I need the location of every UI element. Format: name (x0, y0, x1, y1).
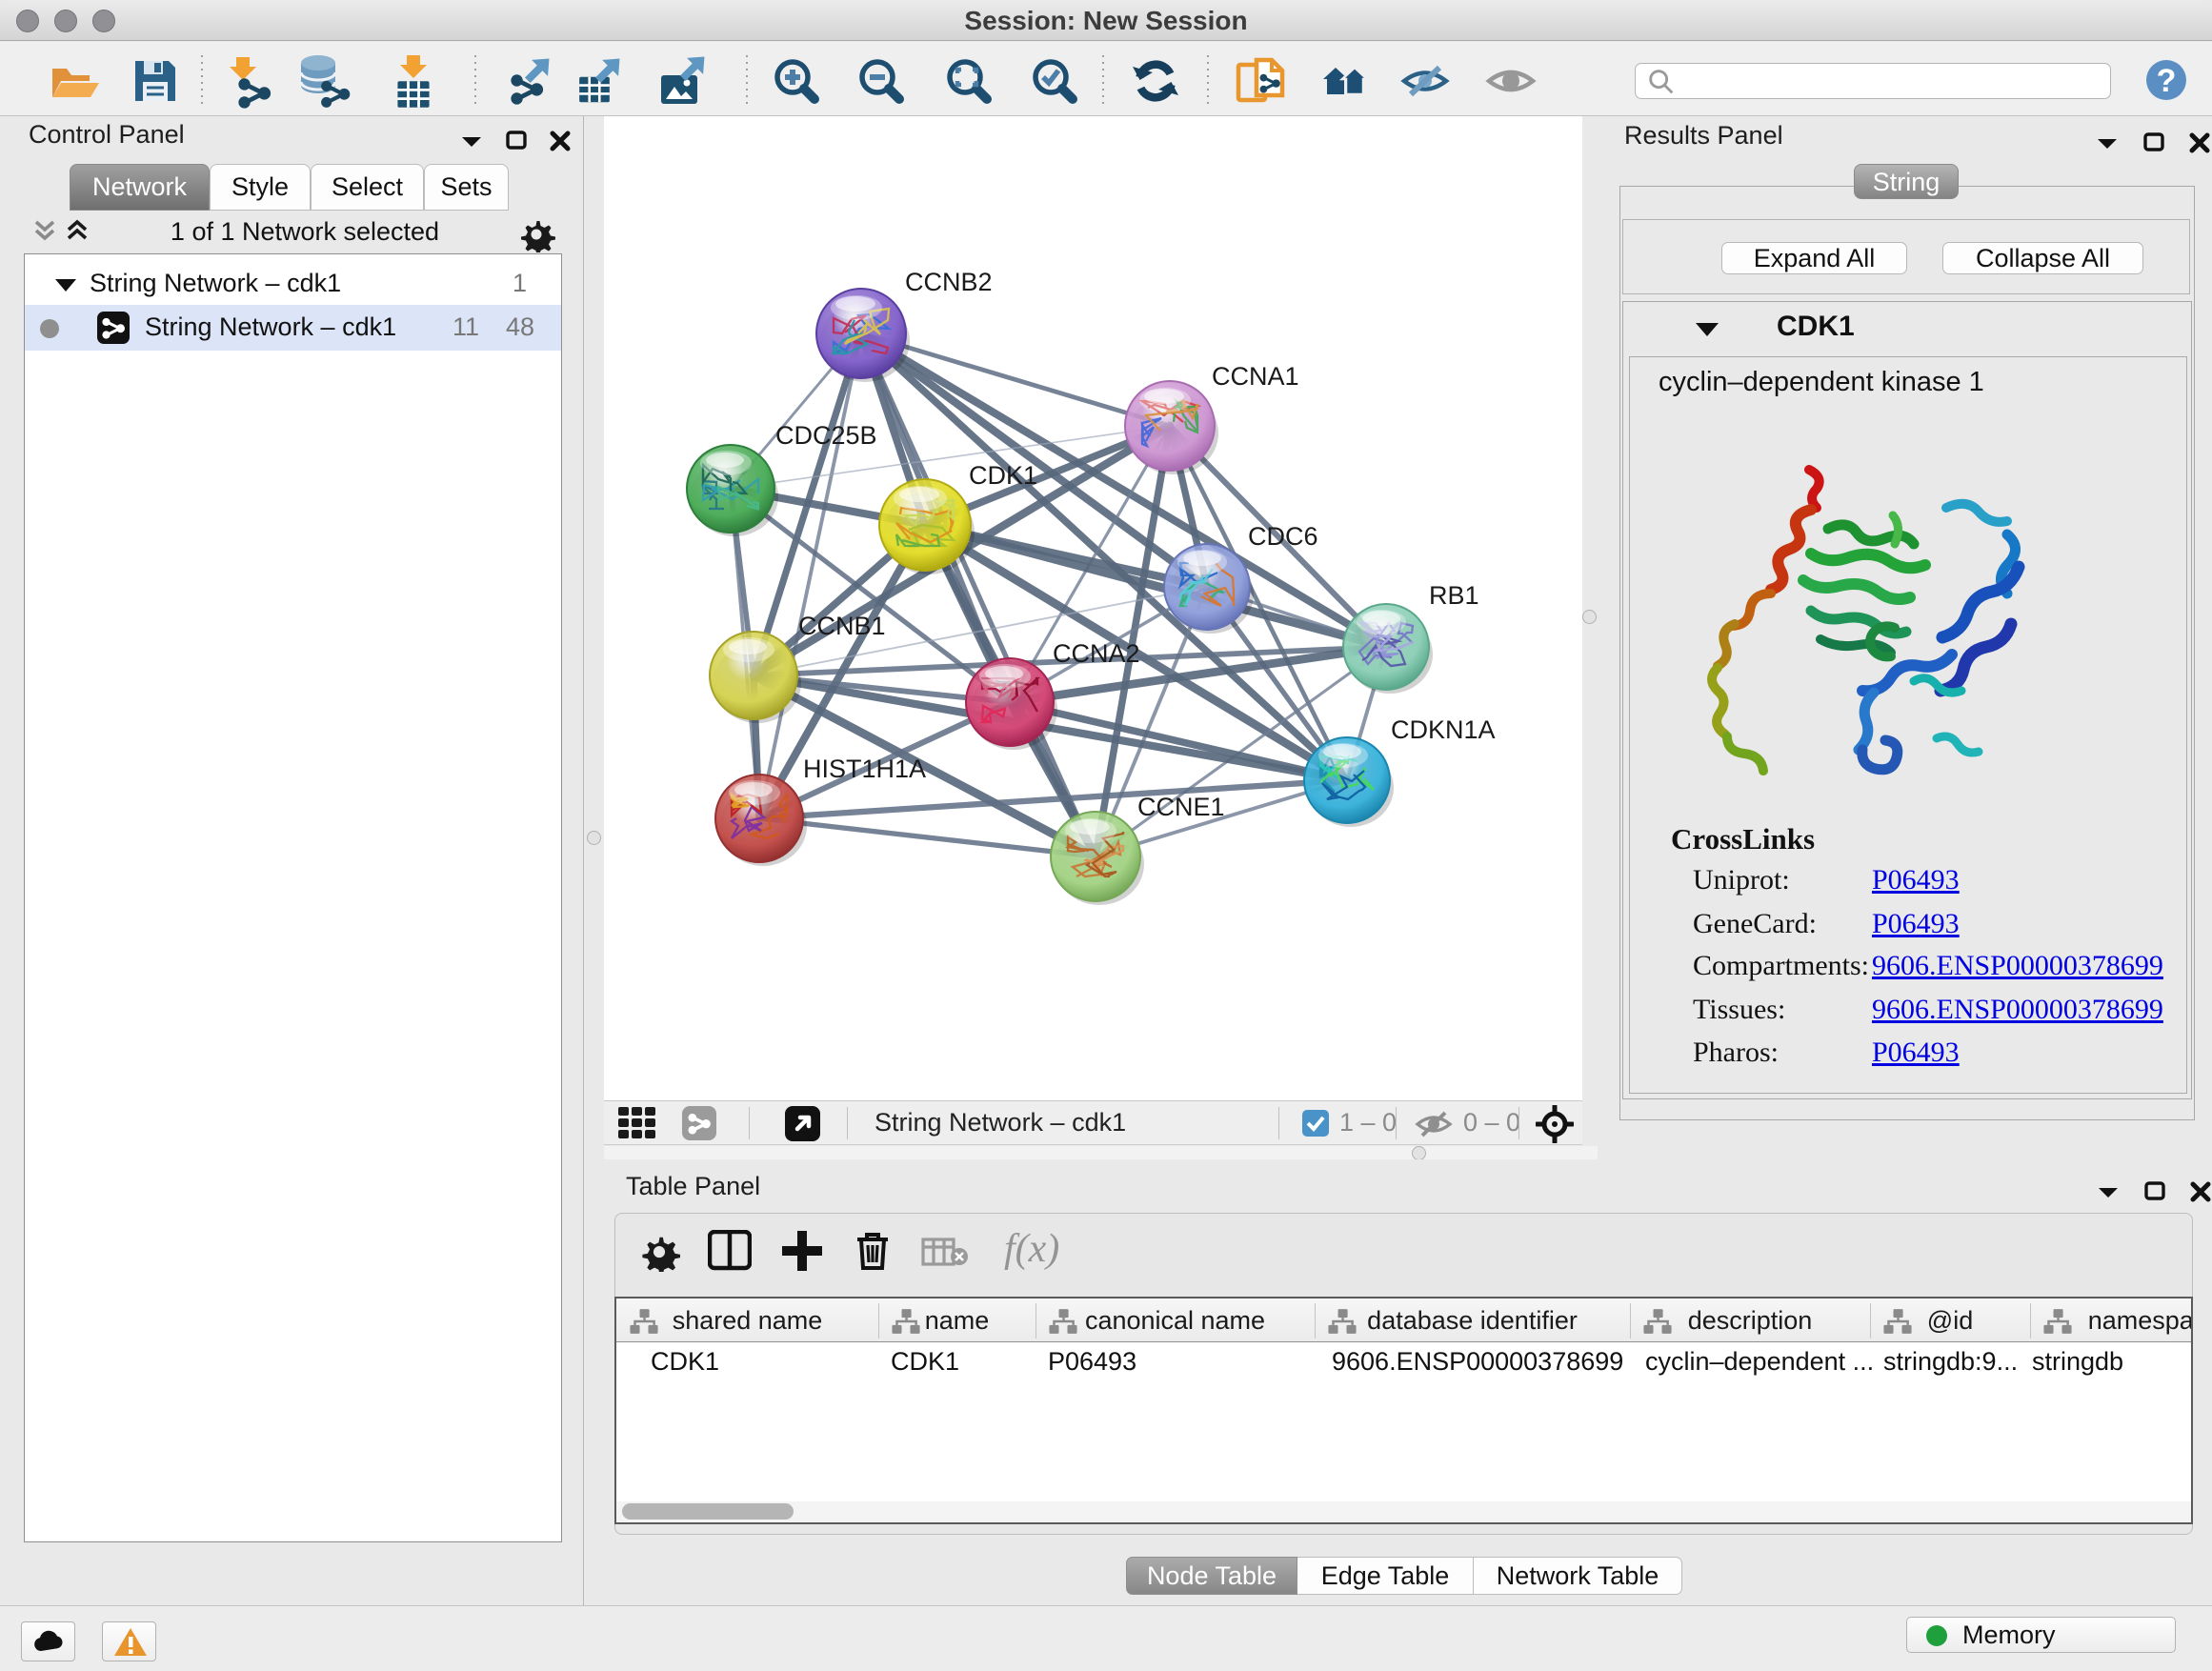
svg-text:CCNE1: CCNE1 (1137, 793, 1225, 821)
svg-text:CCNB2: CCNB2 (905, 268, 993, 296)
svg-text:?: ? (2157, 63, 2177, 99)
svg-text:CDC6: CDC6 (1248, 522, 1318, 551)
svg-text:HIST1H1A: HIST1H1A (803, 755, 926, 783)
svg-text:CDKN1A: CDKN1A (1391, 715, 1496, 744)
svg-text:RB1: RB1 (1429, 581, 1479, 610)
svg-text:CCNA1: CCNA1 (1212, 362, 1299, 391)
svg-text:CDK1: CDK1 (969, 461, 1037, 490)
svg-text:CCNA2: CCNA2 (1053, 639, 1140, 668)
svg-text:CDC25B: CDC25B (775, 421, 877, 450)
svg-text:CCNB1: CCNB1 (798, 612, 886, 640)
